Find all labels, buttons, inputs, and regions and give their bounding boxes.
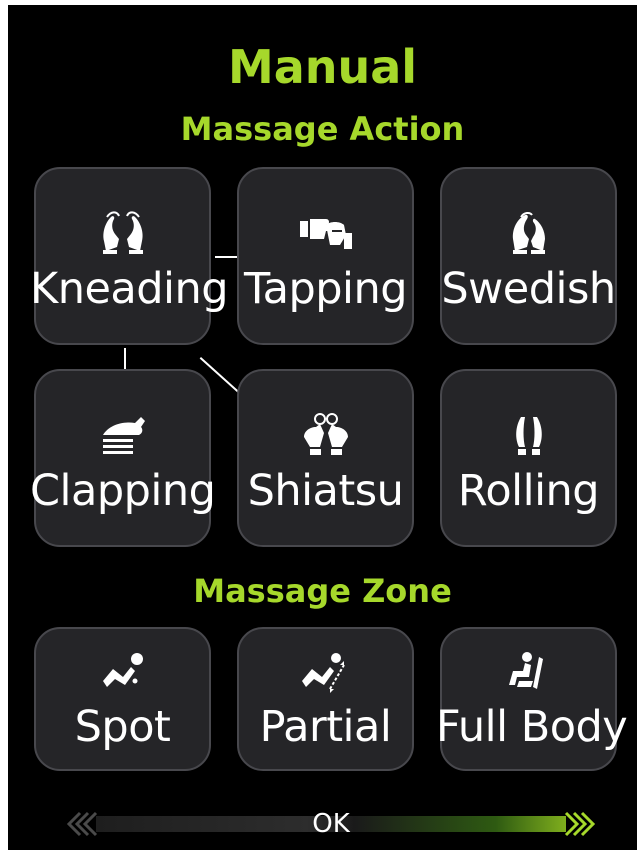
swedish-hands-icon <box>512 211 545 254</box>
spot-button[interactable]: Spot <box>34 627 211 771</box>
zone-label: Partial <box>259 702 392 752</box>
action-label: Swedish <box>441 264 616 314</box>
kneading-hands-icon <box>102 211 143 254</box>
action-label: Tapping <box>243 264 408 314</box>
zone-label: Spot <box>74 702 171 752</box>
action-label: Rolling <box>457 466 600 516</box>
tapping-button[interactable]: Tapping <box>237 167 414 345</box>
partial-button[interactable]: Partial <box>237 627 414 771</box>
connector-line <box>215 256 239 258</box>
ok-label: OK <box>312 809 350 839</box>
rolling-button[interactable]: Rolling <box>440 369 617 547</box>
connector-line <box>124 348 126 370</box>
section-title-zone: Massage Zone <box>193 572 452 610</box>
page-title: Manual <box>227 40 418 94</box>
partial-body-icon <box>301 653 345 693</box>
action-label: Kneading <box>30 264 229 314</box>
full-body-icon <box>508 652 543 689</box>
clapping-hand-icon <box>102 417 145 454</box>
section-title-action: Massage Action <box>180 110 465 148</box>
zone-label: Full Body <box>436 702 628 752</box>
massage-screen: Manual Massage Action Kneading Tapping S… <box>8 5 637 850</box>
shiatsu-button[interactable]: Shiatsu <box>237 369 414 547</box>
action-label: Shiatsu <box>247 466 404 516</box>
clapping-button[interactable]: Clapping <box>30 369 216 547</box>
spot-body-icon <box>102 653 143 687</box>
rolling-rollers-icon <box>515 417 542 455</box>
ok-slider[interactable]: OK <box>66 809 596 839</box>
action-label: Clapping <box>30 466 216 516</box>
tapping-fists-icon <box>299 219 352 249</box>
swedish-button[interactable]: Swedish <box>440 167 617 345</box>
full-body-button[interactable]: Full Body <box>436 627 628 771</box>
shiatsu-thumbs-icon <box>303 413 348 455</box>
kneading-button[interactable]: Kneading <box>30 167 229 345</box>
